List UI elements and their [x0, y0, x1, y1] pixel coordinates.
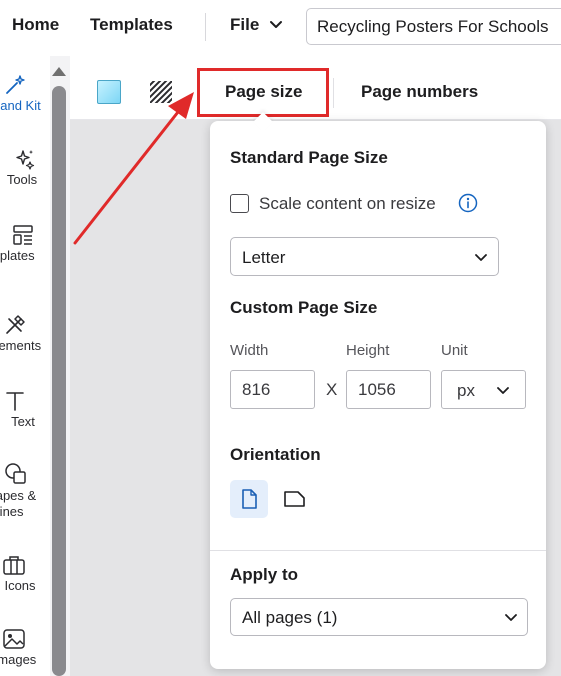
- app-root: Home Templates File Recycling Posters Fo…: [0, 0, 561, 676]
- page-size-select-value: Letter: [242, 248, 286, 267]
- scroll-up-arrow-icon[interactable]: [52, 67, 66, 76]
- document-title-input[interactable]: Recycling Posters For Schools: [306, 8, 561, 45]
- elements-icon: [6, 315, 25, 334]
- width-label: Width: [230, 342, 269, 359]
- chevron-down-icon: [505, 614, 517, 621]
- rail-label-images: Images: [0, 652, 37, 667]
- rail-label-brand-kit: Brand Kit: [0, 98, 41, 113]
- apply-to-title: Apply to: [230, 565, 298, 584]
- rail-item-templates[interactable]: Templates: [0, 224, 50, 286]
- pattern-icon[interactable]: [150, 81, 172, 103]
- shapes-icon: [5, 463, 26, 484]
- custom-page-size-title: Custom Page Size: [230, 298, 378, 317]
- apply-to-select[interactable]: All pages (1): [230, 598, 528, 636]
- width-input[interactable]: 816: [230, 370, 315, 409]
- height-label: Height: [346, 342, 390, 359]
- templates-icon: [13, 225, 33, 245]
- rail-label-elements: Elements: [0, 338, 42, 353]
- images-icon: [3, 629, 25, 649]
- chevron-down-icon: [497, 387, 509, 394]
- scale-content-label: Scale content on resize: [259, 194, 436, 213]
- standard-page-size-title: Standard Page Size: [230, 148, 388, 167]
- file-menu-label: File: [230, 15, 260, 34]
- scale-content-checkbox[interactable]: [230, 194, 249, 213]
- height-input[interactable]: 1056: [346, 370, 431, 409]
- rail-item-elements[interactable]: Elements: [0, 314, 50, 362]
- unit-select[interactable]: px: [441, 370, 526, 409]
- info-icon[interactable]: [458, 193, 478, 213]
- left-rail: Brand Kit Tools: [0, 56, 50, 676]
- home-link[interactable]: Home: [12, 15, 59, 35]
- text-icon: [6, 392, 24, 411]
- dimension-separator: X: [326, 380, 338, 399]
- annotation-highlight-box: [197, 68, 329, 117]
- rail-label-text: Text: [11, 414, 35, 429]
- unit-label: Unit: [441, 342, 468, 359]
- tab-divider: [333, 78, 334, 108]
- nav-divider: [205, 13, 206, 41]
- rail-item-text[interactable]: Text: [0, 390, 50, 438]
- rail-item-brand-kit[interactable]: Brand Kit: [0, 74, 50, 120]
- rail-label-icons: Icons: [4, 578, 36, 593]
- background-color-swatch[interactable]: [97, 80, 121, 104]
- rail-label-tools: Tools: [6, 172, 38, 187]
- magic-wand-icon: [6, 75, 25, 94]
- landscape-orientation-button[interactable]: [274, 480, 312, 518]
- portrait-page-icon: [242, 489, 257, 509]
- landscape-page-icon: [284, 491, 305, 507]
- page-size-select[interactable]: Letter: [230, 237, 499, 276]
- popover-divider: [210, 550, 546, 551]
- sparkles-icon: [16, 150, 35, 170]
- chevron-down-icon: [270, 21, 283, 28]
- rail-scrollbar-thumb[interactable]: [52, 86, 66, 676]
- icons-icon: [3, 556, 25, 575]
- orientation-title: Orientation: [230, 445, 321, 464]
- file-menu-button[interactable]: File: [230, 15, 283, 35]
- apply-to-select-value: All pages (1): [242, 608, 338, 627]
- rail-item-images[interactable]: Images: [0, 628, 50, 676]
- rail-item-tools[interactable]: Tools: [0, 148, 50, 196]
- templates-link[interactable]: Templates: [90, 15, 173, 35]
- rail-item-icons[interactable]: Icons: [0, 554, 50, 602]
- tab-page-numbers[interactable]: Page numbers: [361, 82, 478, 102]
- unit-select-value: px: [457, 381, 475, 400]
- portrait-orientation-button[interactable]: [230, 480, 268, 518]
- rail-item-shapes-lines[interactable]: Shapes & Lines: [0, 462, 50, 528]
- chevron-down-icon: [475, 254, 487, 261]
- rail-label-shapes-lines: Shapes & Lines: [0, 488, 37, 519]
- top-bar: Home Templates File Recycling Posters Fo…: [0, 0, 561, 56]
- rail-label-templates: Templates: [0, 248, 35, 263]
